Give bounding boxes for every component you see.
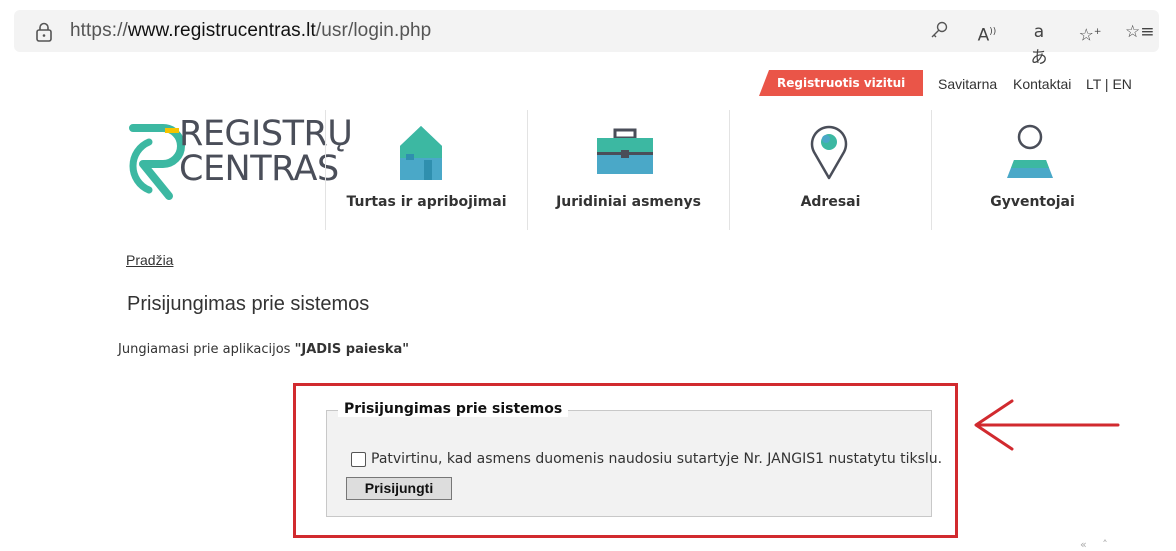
logo-mark-icon <box>129 124 185 200</box>
confirm-text: Patvirtinu, kad asmens duomenis naudosiu… <box>371 451 943 467</box>
person-icon <box>1007 124 1053 178</box>
nav-label-legal-entities: Juridiniai asmenys <box>556 194 701 210</box>
breadcrumb-home-link[interactable]: Pradžia <box>126 252 173 268</box>
subtitle-app-name: "JADIS paieska" <box>294 342 410 357</box>
page-title: Prisijungimas prie sistemos <box>127 293 370 315</box>
house-icon <box>400 126 442 180</box>
nav-label-property: Turtas ir apribojimai <box>346 194 507 210</box>
contacts-link[interactable]: Kontaktai <box>1013 76 1071 92</box>
subtitle-prefix: Jungiamasi prie aplikacijos <box>118 342 295 357</box>
url-text[interactable]: https://www.registrucentras.lt/usr/login… <box>70 20 431 42</box>
nav-item-residents[interactable]: Gyventojai <box>932 110 1133 230</box>
read-aloud-icon[interactable]: A)) <box>974 19 1000 46</box>
page-subtitle: Jungiamasi prie aplikacijos "JADIS paies… <box>118 342 409 357</box>
confirm-row[interactable]: Patvirtinu, kad asmens duomenis naudosiu… <box>351 451 942 467</box>
favorite-add-icon[interactable]: ☆+ <box>1077 19 1103 46</box>
favorites-icon[interactable]: ☆≡ <box>1125 19 1154 45</box>
annotation-arrow-icon <box>974 399 1120 451</box>
nav-item-property[interactable]: Turtas ir apribojimai <box>326 110 527 230</box>
login-button[interactable]: Prisijungti <box>346 477 452 500</box>
nav-label-residents: Gyventojai <box>990 194 1075 210</box>
nav-label-addresses: Adresai <box>800 194 861 210</box>
language-switch[interactable]: LT | EN <box>1086 76 1132 92</box>
lock-icon[interactable] <box>34 22 54 42</box>
url-host: www.registrucentras.lt <box>127 20 316 41</box>
address-bar[interactable]: https://www.registrucentras.lt/usr/login… <box>14 10 1159 68</box>
nav-item-addresses[interactable]: Adresai <box>730 110 931 230</box>
translate-icon[interactable]: aあ <box>1026 19 1052 68</box>
self-service-link[interactable]: Savitarna <box>938 76 997 92</box>
briefcase-icon <box>597 128 653 174</box>
map-pin-icon <box>810 125 848 180</box>
url-scheme: https:// <box>70 20 128 41</box>
browser-toolbar: https://www.registrucentras.lt/usr/login… <box>0 0 1176 68</box>
nav-item-legal-entities[interactable]: Juridiniai asmenys <box>528 110 729 230</box>
url-path: /usr/login.php <box>315 20 432 41</box>
confirm-checkbox[interactable] <box>351 451 366 467</box>
register-visit-button[interactable]: Registruotis vizitui <box>759 70 923 96</box>
key-icon[interactable] <box>926 19 952 45</box>
registru-centras-logo[interactable]: REGISTRŲ CENTRAS <box>125 117 353 200</box>
scroll-top-icons[interactable]: « ˄ <box>1080 538 1114 551</box>
login-legend: Prisijungimas prie sistemos <box>338 401 569 417</box>
